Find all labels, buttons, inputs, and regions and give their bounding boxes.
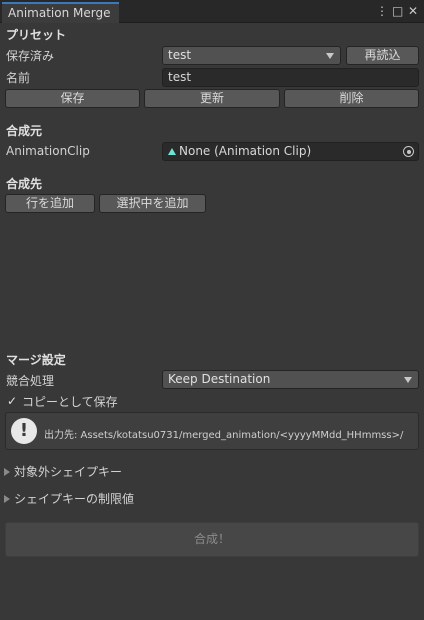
animation-clip-icon [168, 148, 176, 155]
conflict-dropdown[interactable]: Keep Destination [162, 370, 419, 389]
animation-clip-label: AnimationClip [6, 144, 90, 158]
shapekey-limits-foldout[interactable]: シェイプキーの制限値 [4, 490, 134, 507]
window-tab[interactable]: Animation Merge [2, 2, 119, 23]
merge-settings-header: マージ設定 [6, 353, 66, 367]
excluded-shapekeys-foldout[interactable]: 対象外シェイプキー [4, 463, 122, 480]
chevron-down-icon [326, 53, 334, 59]
save-as-copy-label: コピーとして保存 [22, 395, 118, 409]
close-icon[interactable]: ✕ [408, 3, 418, 19]
window-controls: ⋮ □ ✕ [376, 3, 418, 19]
maximize-icon[interactable]: □ [392, 3, 403, 19]
shapekey-limits-label: シェイプキーの制限値 [14, 492, 135, 506]
add-selected-button[interactable]: 選択中を追加 [99, 194, 206, 213]
conflict-label: 競合処理 [6, 374, 55, 388]
add-row-button[interactable]: 行を追加 [5, 194, 95, 213]
name-field[interactable]: test [162, 68, 419, 87]
save-as-copy-checkbox[interactable]: ✓ [6, 395, 18, 407]
foldout-arrow-icon [4, 495, 10, 503]
object-picker-icon[interactable] [403, 146, 414, 157]
save-button[interactable]: 保存 [5, 89, 140, 108]
conflict-value: Keep Destination [168, 372, 271, 386]
saved-preset-dropdown[interactable]: test [162, 46, 341, 65]
foldout-arrow-icon [4, 468, 10, 476]
update-button[interactable]: 更新 [144, 89, 280, 108]
reload-button[interactable]: 再読込 [346, 46, 419, 65]
more-vert-icon[interactable]: ⋮ [376, 3, 388, 19]
excluded-shapekeys-label: 対象外シェイプキー [14, 465, 123, 479]
saved-preset-value: test [168, 48, 192, 62]
window-tab-bar: Animation Merge ⋮ □ ✕ [0, 0, 424, 23]
output-path-helpbox: ! 出力先: Assets/kotatsu0731/merged_animati… [5, 412, 419, 450]
source-header: 合成元 [6, 124, 43, 138]
dest-header: 合成先 [6, 177, 43, 191]
merge-button[interactable]: 合成！ [5, 522, 419, 557]
warning-icon: ! [11, 418, 37, 444]
animation-clip-field[interactable]: None (Animation Clip) [162, 142, 419, 161]
chevron-down-icon [404, 377, 412, 383]
output-path-text: 出力先: Assets/kotatsu0731/merged_animation… [44, 430, 404, 441]
animation-clip-value: None (Animation Clip) [179, 144, 312, 158]
name-label: 名前 [6, 71, 31, 85]
delete-button[interactable]: 削除 [284, 89, 419, 108]
preset-header: プリセット [6, 28, 67, 42]
saved-label: 保存済み [6, 49, 55, 63]
